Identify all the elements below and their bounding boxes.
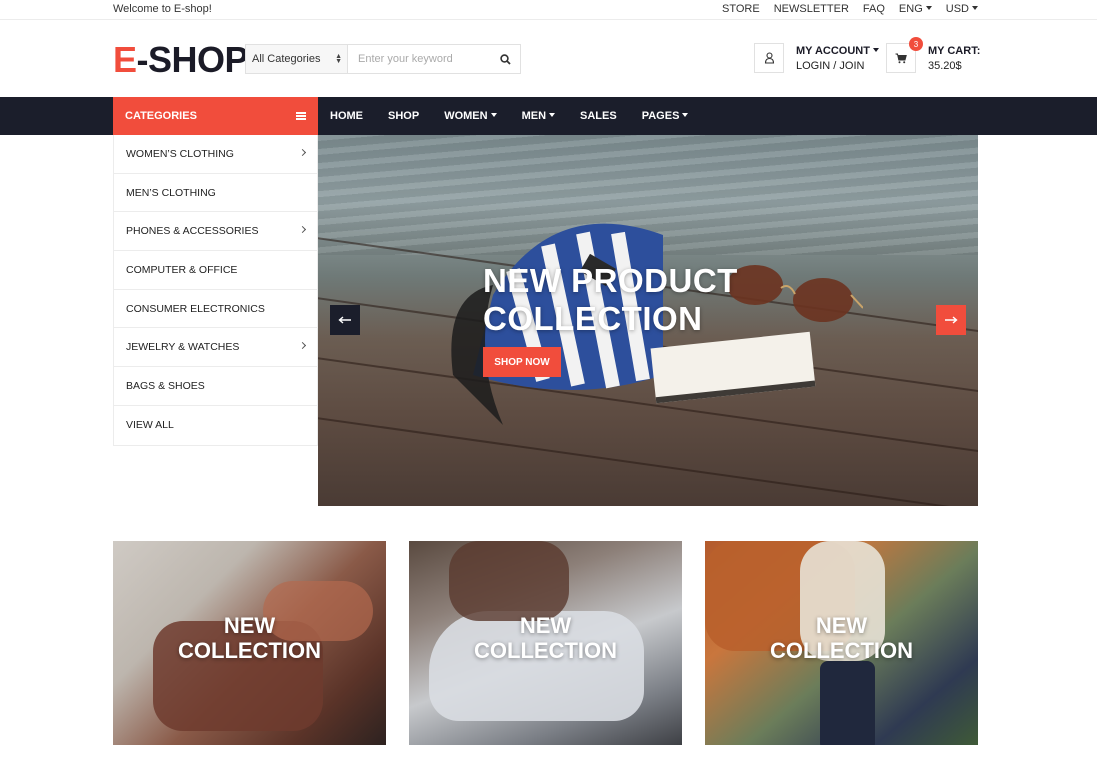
category-view-all[interactable]: VIEW ALL	[114, 406, 317, 445]
category-label: CONSUMER ELECTRONICS	[126, 302, 265, 315]
shop-now-button[interactable]: SHOP NOW	[483, 347, 561, 377]
cart-title: MY CART:	[928, 45, 981, 57]
tile-title-line1: NEW	[815, 613, 868, 638]
slider-next-button[interactable]	[936, 305, 966, 335]
category-computer-office[interactable]: COMPUTER & OFFICE	[114, 251, 317, 290]
hero-slider: NEW PRODUCT COLLECTION SHOP NOW	[318, 135, 978, 506]
account-title: MY ACCOUNT	[796, 45, 870, 57]
cart-summary[interactable]: MY CART: 35.20$	[928, 44, 980, 74]
category-label: COMPUTER & OFFICE	[126, 263, 238, 276]
tile-title: NEW COLLECTION	[113, 613, 386, 663]
caret-down-icon	[925, 6, 932, 10]
faq-link[interactable]: FAQ	[863, 3, 885, 15]
tile-title: NEW COLLECTION	[705, 613, 978, 663]
search-button[interactable]	[490, 45, 520, 73]
logo[interactable]: E-SHOP	[113, 39, 249, 80]
hero-title: NEW PRODUCT COLLECTION	[483, 262, 738, 338]
nav-home[interactable]: HOME	[330, 110, 363, 122]
category-womens-clothing[interactable]: WOMEN’S CLOTHING	[114, 135, 317, 174]
nav-shop[interactable]: SHOP	[388, 110, 419, 122]
list-icon	[296, 112, 306, 120]
language-label: ENG	[898, 3, 923, 15]
logo-rest: -SHOP	[136, 39, 249, 80]
slider-prev-button[interactable]	[330, 305, 360, 335]
nav-men-label: MEN	[521, 110, 547, 122]
tile-title-line1: NEW	[519, 613, 572, 638]
top-bar: Welcome to E-shop! STORE NEWSLETTER FAQ …	[0, 0, 1097, 20]
account-button[interactable]	[754, 43, 784, 73]
category-consumer-electronics[interactable]: CONSUMER ELECTRONICS	[114, 290, 317, 329]
nav-links: HOME SHOP WOMEN MEN SALES PAGES	[330, 97, 689, 135]
tile-title-line1: NEW	[223, 613, 276, 638]
category-label: VIEW ALL	[126, 419, 174, 432]
category-label: MEN’S CLOTHING	[126, 186, 216, 199]
nav-men[interactable]: MEN	[521, 110, 556, 122]
nav-women[interactable]: WOMEN	[444, 110, 497, 122]
language-dropdown[interactable]: ENG	[899, 3, 932, 15]
collection-tile-shoes[interactable]: NEW COLLECTION	[409, 541, 682, 745]
category-list: WOMEN’S CLOTHING MEN’S CLOTHING PHONES &…	[113, 135, 318, 446]
login-join-link[interactable]: LOGIN / JOIN	[796, 59, 879, 74]
hero-image-book	[650, 331, 816, 404]
category-select[interactable]: All Categories ▲ ▼	[246, 45, 348, 73]
collection-tile-accessories[interactable]: NEW COLLECTION	[705, 541, 978, 745]
nav-pages[interactable]: PAGES	[642, 110, 689, 122]
hero-image-sunglasses	[727, 265, 863, 322]
categories-toggle[interactable]: CATEGORIES	[113, 97, 318, 135]
tile-image-leg	[449, 541, 569, 621]
collection-tile-bags[interactable]: NEW COLLECTION	[113, 541, 386, 745]
user-icon	[764, 52, 774, 64]
top-links: STORE NEWSLETTER FAQ ENG USD	[722, 3, 978, 15]
chevron-right-icon	[298, 226, 307, 234]
cart-amount: 35.20$	[928, 60, 962, 72]
account-menu[interactable]: MY ACCOUNT LOGIN / JOIN	[796, 44, 879, 74]
search-placeholder: Enter your keyword	[358, 53, 453, 65]
logo-e: E	[113, 39, 137, 80]
category-jewelry-watches[interactable]: JEWELRY & WATCHES	[114, 328, 317, 368]
category-label: JEWELRY & WATCHES	[126, 341, 240, 354]
currency-label: USD	[945, 3, 969, 15]
arrow-left-icon	[338, 316, 351, 324]
category-label: WOMEN’S CLOTHING	[126, 147, 234, 160]
caret-down-icon	[972, 6, 978, 10]
caret-down-icon	[682, 113, 689, 117]
select-arrows-icon: ▲ ▼	[335, 53, 342, 65]
store-link[interactable]: STORE	[722, 3, 760, 15]
categories-label: CATEGORIES	[125, 110, 197, 122]
nav-sales[interactable]: SALES	[580, 110, 617, 122]
category-bags-shoes[interactable]: BAGS & SHOES	[114, 367, 317, 406]
chevron-right-icon	[298, 342, 307, 350]
caret-down-icon	[490, 113, 497, 117]
tile-title: NEW COLLECTION	[409, 613, 682, 663]
search-icon	[499, 53, 511, 65]
welcome-text: Welcome to E-shop!	[113, 3, 212, 15]
caret-down-icon	[872, 48, 879, 52]
tile-title-line2: COLLECTION	[474, 638, 617, 663]
newsletter-link[interactable]: NEWSLETTER	[774, 3, 849, 15]
category-select-value: All Categories	[252, 53, 321, 65]
search-input[interactable]: Enter your keyword	[348, 45, 490, 73]
category-mens-clothing[interactable]: MEN’S CLOTHING	[114, 174, 317, 213]
tile-image-jeans	[820, 661, 875, 745]
currency-dropdown[interactable]: USD	[946, 3, 978, 15]
search-bar: All Categories ▲ ▼ Enter your keyword	[245, 44, 521, 74]
tile-title-line2: COLLECTION	[178, 638, 321, 663]
arrow-right-icon	[945, 316, 958, 324]
hero-title-line1: NEW PRODUCT	[483, 262, 738, 299]
caret-down-icon	[549, 113, 556, 117]
cart-icon	[895, 53, 907, 63]
hero-title-line2: COLLECTION	[483, 300, 703, 337]
nav-women-label: WOMEN	[444, 110, 488, 122]
tile-title-line2: COLLECTION	[770, 638, 913, 663]
chevron-right-icon	[298, 148, 307, 157]
nav-pages-label: PAGES	[641, 110, 680, 122]
category-label: PHONES & ACCESSORIES	[126, 225, 259, 238]
category-label: BAGS & SHOES	[126, 379, 205, 392]
cart-count-badge: 3	[909, 37, 923, 51]
category-phones-accessories[interactable]: PHONES & ACCESSORIES	[114, 212, 317, 252]
